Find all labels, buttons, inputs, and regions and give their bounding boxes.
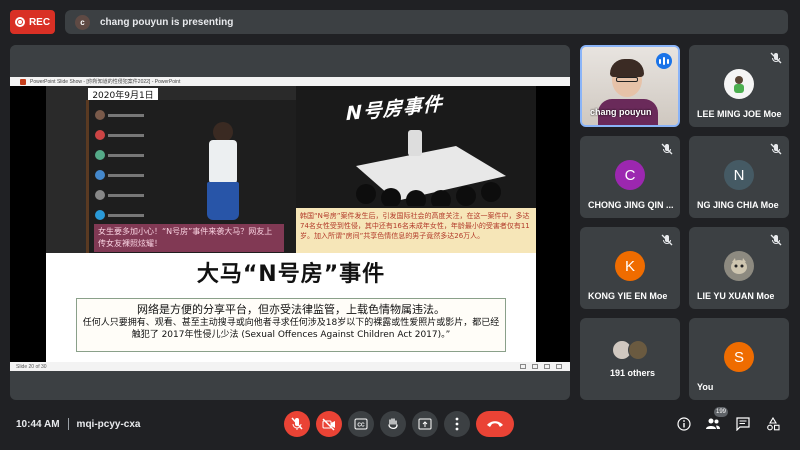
- participant-tile[interactable]: LIE YU XUAN Moe: [689, 227, 789, 309]
- present-screen-icon: [418, 418, 432, 430]
- participant-name: LEE MING JOE Moe: [697, 109, 782, 119]
- present-button[interactable]: [412, 411, 438, 437]
- avatar: K: [615, 251, 645, 281]
- mic-off-icon: [661, 234, 673, 246]
- record-icon: [14, 17, 25, 27]
- list-item: [95, 166, 155, 184]
- participant-name: LIE YU XUAN Moe: [697, 291, 775, 301]
- others-count: 191 others: [610, 368, 656, 378]
- participant-tile[interactable]: N NG JING CHIA Moe: [689, 136, 789, 218]
- list-item: [95, 146, 155, 164]
- end-call-button[interactable]: [476, 411, 514, 437]
- participant-tile[interactable]: C CHONG JING QIN ...: [580, 136, 680, 218]
- mic-off-icon: [770, 234, 782, 246]
- hand-and-audience-illustration: [356, 130, 506, 206]
- activities-icon: [767, 417, 780, 431]
- end-call-icon: [487, 421, 503, 427]
- participant-name: You: [697, 382, 714, 392]
- chat-icon: [736, 417, 750, 431]
- pink-caption: 女生要多加小心！“N号房”事件来袭大马？网友上传女友裸照炫耀！: [94, 224, 284, 252]
- meeting-code[interactable]: mqi-pcyy-cxa: [77, 419, 141, 430]
- more-options-icon: [455, 417, 459, 431]
- camera-off-icon: [322, 418, 335, 431]
- info-icon: [677, 417, 691, 431]
- avatar: C: [615, 160, 645, 190]
- participant-name: NG JING CHIA Moe: [697, 200, 779, 210]
- participant-tile[interactable]: LEE MING JOE Moe: [689, 45, 789, 127]
- meeting-details: 10:44 AM mqi-pcyy-cxa: [16, 418, 140, 430]
- captions-button[interactable]: CC: [348, 411, 374, 437]
- chat-button[interactable]: [735, 416, 751, 432]
- avatar: [724, 251, 754, 281]
- recording-label: REC: [28, 16, 51, 28]
- meeting-details-button[interactable]: [676, 416, 692, 432]
- others-avatars: [612, 340, 648, 360]
- svg-text:CC: CC: [357, 423, 365, 429]
- list-item: [95, 186, 155, 204]
- participant-tile-presenter[interactable]: chang pouyun: [580, 45, 680, 127]
- powerpoint-titlebar: PowerPoint Slide Show - [你所知道的性侵犯案件2022]…: [10, 77, 570, 86]
- slide-body-line-1: 网络是方便的分享平台，但亦受法律监管，上载色情物属违法。: [137, 303, 445, 316]
- activities-button[interactable]: [765, 416, 781, 432]
- stage-top-margin: [10, 45, 570, 77]
- powerpoint-window: PowerPoint Slide Show - [你所知道的性侵犯案件2022]…: [10, 77, 570, 371]
- recording-indicator[interactable]: REC: [10, 10, 55, 34]
- people-button[interactable]: [705, 416, 721, 432]
- presenter-avatar: c: [75, 14, 90, 30]
- list-item: [95, 206, 155, 224]
- presentation-stage[interactable]: PowerPoint Slide Show - [你所知道的性侵犯案件2022]…: [10, 45, 570, 400]
- chat-list: [95, 106, 155, 226]
- more-options-button[interactable]: [444, 411, 470, 437]
- people-icon: [706, 418, 720, 429]
- presenting-banner: c chang pouyun is presenting: [65, 10, 788, 34]
- slide-text-box: 网络是方便的分享平台，但亦受法律监管，上载色情物属违法。 任何人只要拥有、观看、…: [76, 298, 506, 352]
- mic-off-icon: [291, 417, 303, 430]
- news-excerpt: 韩国“N号房”案件发生后，引发国际社会的高度关注，在这一案件中，多达74名女性受…: [296, 208, 536, 253]
- n-room-image: N号房事件: [296, 86, 536, 208]
- n-room-title: N号房事件: [346, 92, 443, 126]
- slide-body-line-2: 任何人只要拥有、观看、甚至主动搜寻或向他者寻求任何涉及18岁以下的裸露或性爱照片…: [82, 318, 500, 340]
- self-tile[interactable]: S You: [689, 318, 789, 400]
- mic-off-icon: [661, 143, 673, 155]
- avatar: [724, 69, 754, 99]
- slide-counter: Slide 20 of 30: [16, 363, 47, 370]
- participant-name: KONG YIE EN Moe: [588, 291, 668, 301]
- avatar: [628, 340, 648, 360]
- participant-name: CHONG JING QIN ...: [588, 200, 674, 210]
- avatar: N: [724, 160, 754, 190]
- raise-hand-icon: [388, 418, 398, 430]
- view-icons: [520, 364, 562, 369]
- speaking-indicator-icon: [656, 53, 672, 69]
- meeting-time: 10:44 AM: [16, 418, 60, 430]
- slide: 2020年9月1日 女生要多加小心！“N号房”事件来袭大马？网友上传女友裸照炫耀…: [46, 86, 536, 362]
- captions-icon: CC: [354, 418, 368, 430]
- list-item: [95, 126, 155, 144]
- powerpoint-title: PowerPoint Slide Show - [你所知道的性侵犯案件2022]…: [30, 79, 181, 85]
- mic-off-icon: [770, 143, 782, 155]
- microphone-button[interactable]: [284, 411, 310, 437]
- participant-tile[interactable]: K KONG YIE EN Moe: [580, 227, 680, 309]
- list-item: [95, 106, 155, 124]
- powerpoint-icon: [20, 78, 26, 85]
- presenting-text: chang pouyun is presenting: [100, 16, 234, 28]
- camera-button[interactable]: [316, 411, 342, 437]
- raise-hand-button[interactable]: [380, 411, 406, 437]
- avatar: S: [724, 342, 754, 372]
- others-tile[interactable]: 191 others: [580, 318, 680, 400]
- participant-name: chang pouyun: [590, 107, 652, 117]
- mic-off-icon: [770, 52, 782, 64]
- date-label: 2020年9月1日: [88, 88, 158, 101]
- divider: [67, 418, 69, 430]
- slide-headline: 大马“N号房”事件: [46, 253, 536, 291]
- powerpoint-statusbar: Slide 20 of 30: [10, 362, 570, 371]
